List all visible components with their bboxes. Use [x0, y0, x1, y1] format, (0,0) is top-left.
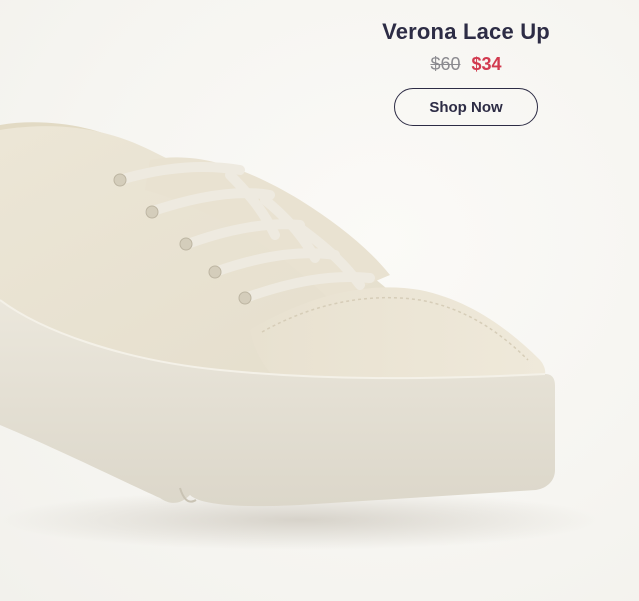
product-info: Verona Lace Up $60 $34 Shop Now — [358, 14, 574, 126]
original-price: $60 — [430, 54, 461, 74]
price-row: $60 $34 — [358, 52, 574, 76]
product-title[interactable]: Verona Lace Up — [358, 14, 574, 50]
shop-now-button[interactable]: Shop Now — [394, 88, 538, 126]
sale-price: $34 — [471, 54, 502, 74]
product-card[interactable]: Verona Lace Up $60 $34 Shop Now — [0, 0, 639, 601]
